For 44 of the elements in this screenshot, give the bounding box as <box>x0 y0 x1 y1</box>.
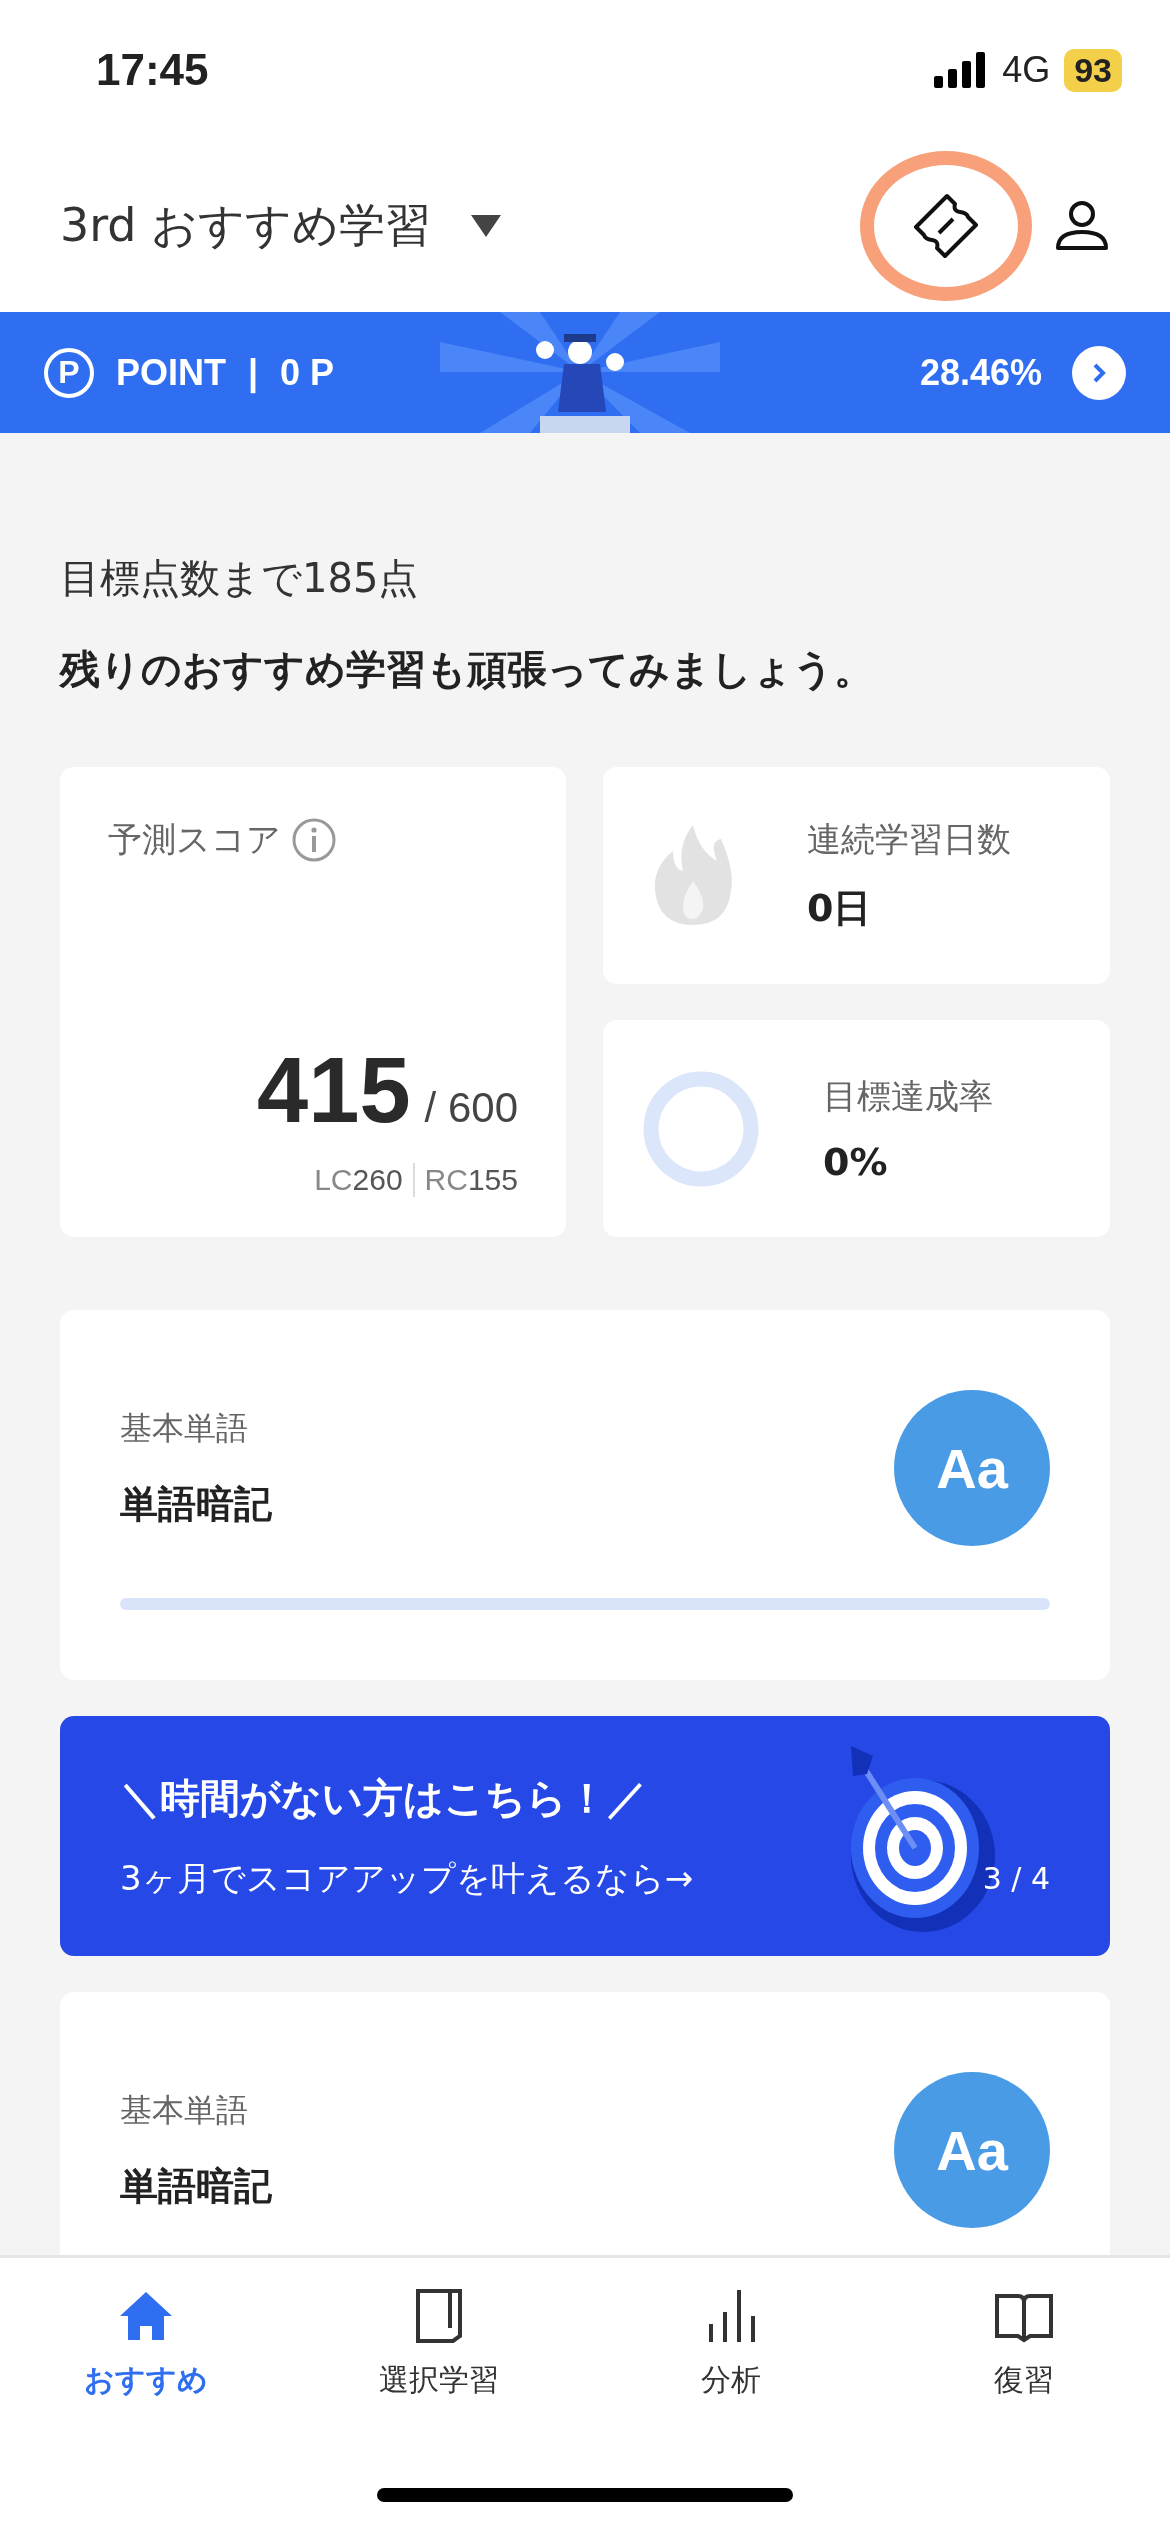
course-title[interactable]: 3rd おすすめ学習 <box>60 195 432 257</box>
nav-tab[interactable]: 復習 <box>877 2288 1170 2401</box>
points-separator: | <box>248 351 259 394</box>
card-category: 基本単語 <box>120 2089 249 2131</box>
dropdown-caret-icon[interactable] <box>471 215 502 237</box>
stat-label: 連続学習日数 <box>807 818 1011 861</box>
promo-headline: ＼時間がない方はこちら！／ <box>120 1773 648 1823</box>
note-icon <box>413 2288 464 2344</box>
progress-ring-icon <box>643 1070 759 1187</box>
goal-message: 残りのおすすめ学習も頑張ってみましょう。 <box>60 645 875 694</box>
points-banner[interactable]: P POINT | 0 P 28.46% <box>0 312 1170 433</box>
points-value: 0 P <box>280 351 335 394</box>
lc-score: LC260 <box>314 1163 403 1197</box>
promo-subtext: 3ヶ月でスコアアップを叶えるなら→ <box>120 1856 695 1900</box>
word-badge: Aa <box>894 1390 1050 1546</box>
card-title: 単語暗記 <box>120 1480 272 1528</box>
next-button[interactable] <box>1072 345 1126 400</box>
battery-level: 93 <box>1064 48 1122 92</box>
stat-label: 目標達成率 <box>823 1074 993 1118</box>
rc-score: RC155 <box>424 1163 518 1197</box>
goal-remaining: 目標点数まで185点 <box>60 554 420 603</box>
ticket-icon[interactable] <box>911 191 981 261</box>
network-type: 4G <box>1002 49 1051 91</box>
points-rate: 28.46% <box>919 351 1042 394</box>
word-card[interactable]: 基本単語 単語暗記 Aa <box>60 1992 1110 2255</box>
score-total: / 600 <box>424 1084 518 1132</box>
promo-banner[interactable]: ＼時間がない方はこちら！／ 3ヶ月でスコアアップを叶えるなら→ 3 / 4 <box>60 1716 1110 1956</box>
info-icon[interactable] <box>291 817 337 863</box>
points-label: POINT <box>116 351 226 394</box>
predicted-score: 415 <box>257 1038 411 1143</box>
nav-tab[interactable]: おすすめ <box>0 2288 293 2401</box>
nav-tab[interactable]: 選択学習 <box>292 2288 585 2401</box>
card-title: 単語暗記 <box>120 2162 272 2210</box>
stat-value: 0% <box>823 1139 889 1184</box>
page-indicator: 3 / 4 <box>982 1861 1050 1896</box>
card-category: 基本単語 <box>120 1407 249 1449</box>
word-badge: Aa <box>894 2072 1050 2228</box>
status-time: 17:45 <box>96 45 209 95</box>
bar-chart-icon <box>706 2288 757 2344</box>
stat-value: 0日 <box>807 885 873 932</box>
score-label: 予測スコア <box>108 818 281 861</box>
point-icon: P <box>44 347 94 398</box>
word-card[interactable]: 基本単語 単語暗記 Aa <box>60 1310 1110 1680</box>
nav-tab[interactable]: 分析 <box>585 2288 878 2401</box>
